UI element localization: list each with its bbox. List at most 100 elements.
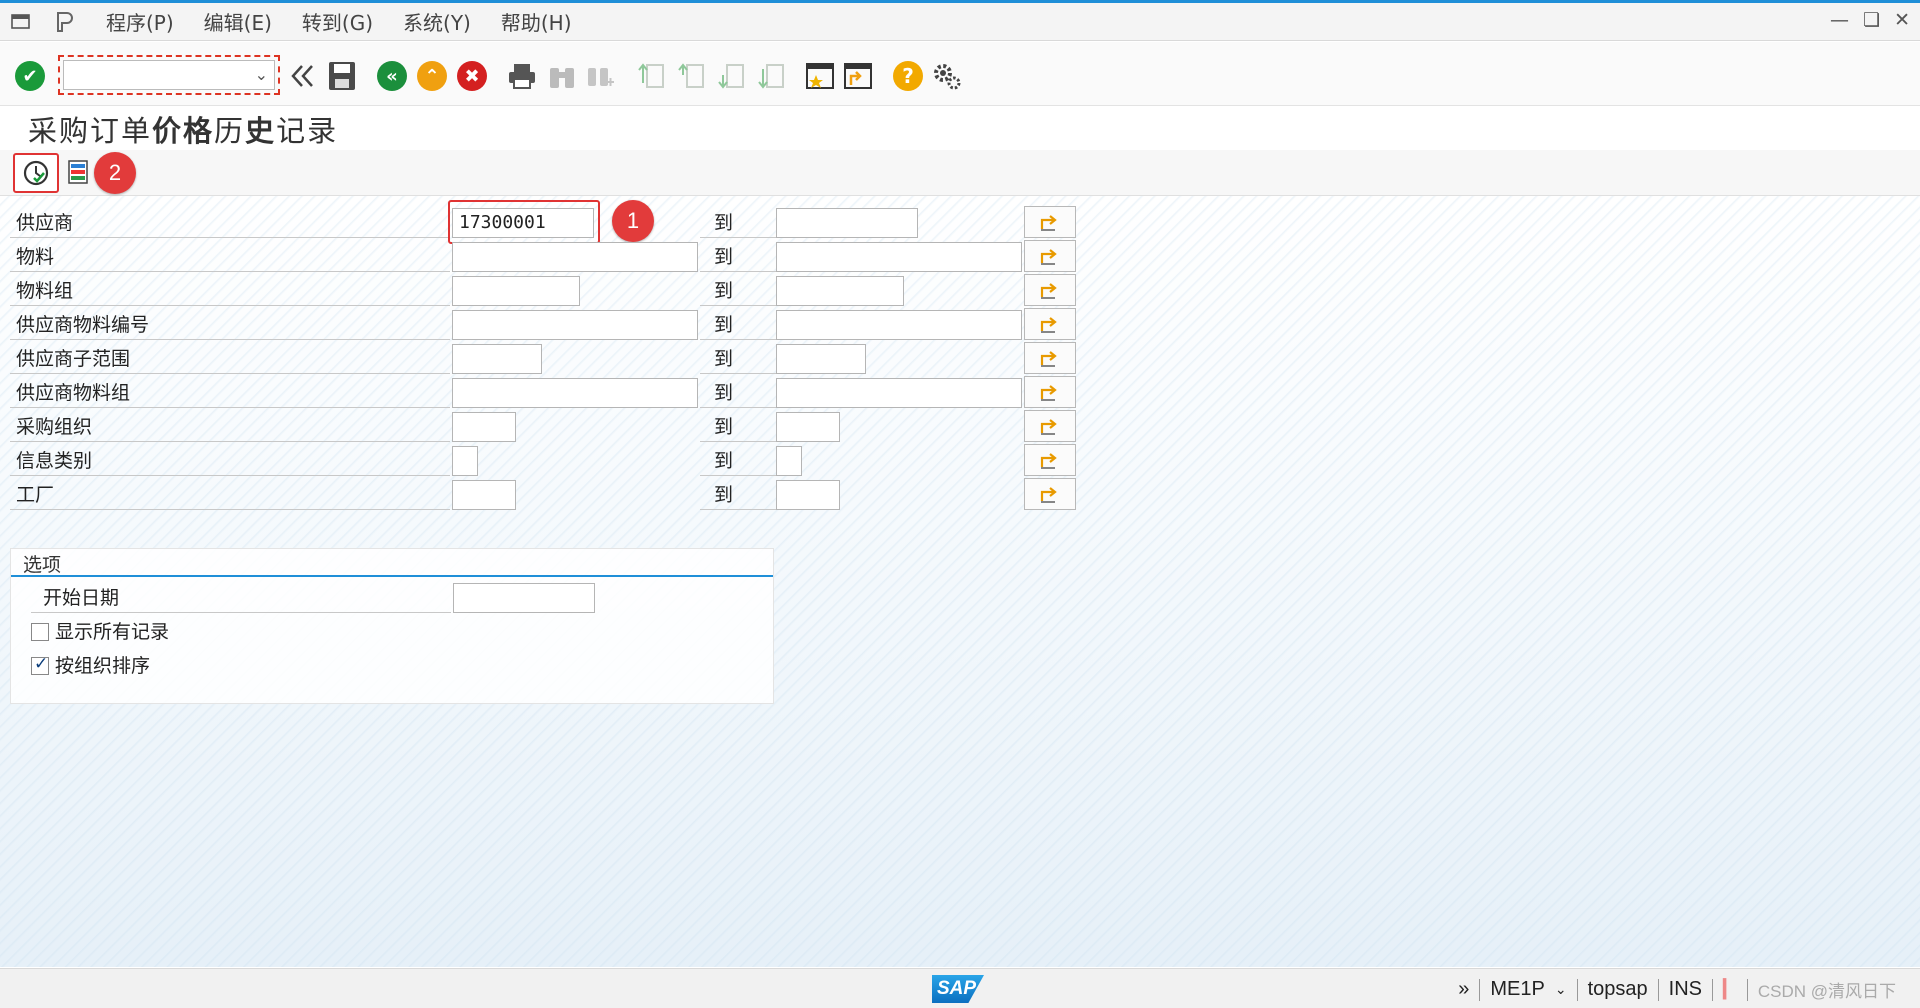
menu-goto[interactable]: 转到(G) [302, 7, 373, 36]
save-button[interactable] [326, 60, 358, 92]
previous-page-button[interactable] [676, 60, 708, 92]
multiple-selection-button[interactable] [1024, 308, 1076, 340]
multiple-selection-button[interactable] [1024, 376, 1076, 408]
label-vendor-material-number: 供应商物料编号 [10, 310, 450, 340]
status-separator [1657, 978, 1659, 1001]
info-category-to-input[interactable] [776, 446, 802, 476]
status-separator [1576, 978, 1578, 1001]
row-plant: 工厂 到 [10, 478, 1080, 510]
new-session-icon [806, 63, 834, 89]
multiple-selection-button[interactable] [1024, 240, 1076, 272]
menu-program[interactable]: 程序(P) [106, 7, 174, 36]
new-session-button[interactable] [804, 60, 836, 92]
application-toolbar: 2 [0, 150, 1920, 196]
multiple-selection-button[interactable] [1024, 410, 1076, 442]
options-group: 选项 开始日期 显示所有记录 ✓ 按组织排序 [10, 548, 774, 704]
material-to-input[interactable] [776, 242, 1022, 272]
vendor-to-input[interactable] [776, 208, 918, 238]
input-mode[interactable]: INS [1669, 978, 1702, 1001]
binoculars-icon [550, 68, 574, 88]
plant-from-input[interactable] [452, 480, 516, 510]
group-divider [11, 575, 773, 577]
find-button[interactable] [546, 60, 578, 92]
settings-button[interactable] [930, 60, 962, 92]
chevron-down-icon[interactable]: ⌄ [1555, 981, 1567, 998]
vendor-subrange-from-input[interactable] [452, 344, 542, 374]
info-category-from-input[interactable] [452, 446, 478, 476]
next-page-button[interactable] [716, 60, 748, 92]
menu-system[interactable]: 系统(Y) [403, 7, 471, 36]
menu-edit[interactable]: 编辑(E) [204, 7, 272, 36]
sort-by-org-label: 按组织排序 [55, 655, 151, 677]
cancel-button[interactable]: ✖ [456, 60, 488, 92]
close-window-icon[interactable]: ✕ [1894, 9, 1910, 31]
window-menu-icon[interactable] [10, 12, 32, 32]
enter-button[interactable]: ✔ [14, 60, 46, 92]
label-vendor-subrange: 供应商子范围 [10, 344, 450, 374]
multiple-selection-button[interactable] [1024, 274, 1076, 306]
restore-icon[interactable]: ❏ [1863, 9, 1880, 31]
status-separator [1746, 978, 1748, 1001]
minimize-icon[interactable]: — [1830, 9, 1849, 31]
arrow-right-icon [1040, 283, 1057, 299]
save-icon [329, 62, 355, 90]
label-plant: 工厂 [10, 480, 450, 510]
arrow-right-icon [1040, 351, 1057, 367]
start-date-input[interactable] [453, 583, 595, 613]
customize-layout-icon[interactable] [54, 11, 76, 32]
annotation-badge-2: 2 [94, 152, 136, 194]
vendor-material-number-from-input[interactable] [452, 310, 698, 340]
to-label: 到 [700, 480, 780, 510]
purchasing-org-from-input[interactable] [452, 412, 516, 442]
multiple-selection-button[interactable] [1024, 342, 1076, 374]
vendor-material-group-to-input[interactable] [776, 378, 1022, 408]
back-button[interactable]: « [376, 60, 408, 92]
checkmark-icon: ✓ [34, 654, 49, 674]
material-group-from-input[interactable] [452, 276, 580, 306]
to-label: 到 [700, 412, 780, 442]
arrow-right-icon [1040, 317, 1057, 333]
material-from-input[interactable] [452, 242, 698, 272]
first-page-button[interactable] [636, 60, 668, 92]
previous-page-icon [678, 63, 704, 88]
options-group-title: 选项 [23, 554, 62, 576]
vendor-material-number-to-input[interactable] [776, 310, 1022, 340]
collapse-command-button[interactable] [286, 60, 318, 92]
title-text-1: 采购订单 [28, 114, 153, 148]
row-vendor-material-group: 供应商物料组 到 [10, 376, 1080, 408]
command-input[interactable]: ⌄ [63, 60, 275, 90]
shortcut-button[interactable] [842, 60, 874, 92]
purchasing-org-to-input[interactable] [776, 412, 840, 442]
help-button[interactable]: ? [892, 60, 924, 92]
shortcut-icon [844, 63, 872, 89]
find-next-button[interactable] [584, 60, 616, 92]
material-group-to-input[interactable] [776, 276, 904, 306]
chevron-down-icon[interactable]: ⌄ [255, 65, 268, 84]
check-icon: ✔ [15, 61, 45, 91]
last-page-button[interactable] [756, 60, 788, 92]
variant-list-icon[interactable] [68, 160, 88, 184]
arrow-right-icon [1040, 385, 1057, 401]
arrow-right-icon [1040, 215, 1057, 231]
print-button[interactable] [506, 60, 538, 92]
multiple-selection-button[interactable] [1024, 478, 1076, 510]
expand-status-icon[interactable]: » [1458, 978, 1469, 1001]
command-field[interactable]: ⌄ [58, 55, 280, 95]
menu-help[interactable]: 帮助(H) [501, 7, 572, 36]
multiple-selection-button[interactable] [1024, 444, 1076, 476]
row-info-category: 信息类别 到 [10, 444, 1080, 476]
exit-button[interactable]: ⌃ [416, 60, 448, 92]
transaction-code[interactable]: ME1P [1490, 978, 1544, 1001]
show-all-checkbox[interactable] [31, 623, 49, 641]
multiple-selection-button[interactable] [1024, 206, 1076, 238]
show-all-row: 显示所有记录 [31, 617, 331, 647]
vendor-material-group-from-input[interactable] [452, 378, 698, 408]
plant-to-input[interactable] [776, 480, 840, 510]
label-purchasing-org: 采购组织 [10, 412, 450, 442]
sap-logo: SAP [932, 975, 984, 1003]
sort-by-org-checkbox[interactable]: ✓ [31, 654, 49, 675]
watermark-text: CSDN @清风日下 [1757, 982, 1896, 1001]
start-date-label: 开始日期 [31, 583, 451, 613]
vendor-subrange-to-input[interactable] [776, 344, 866, 374]
execute-button[interactable] [13, 153, 59, 193]
